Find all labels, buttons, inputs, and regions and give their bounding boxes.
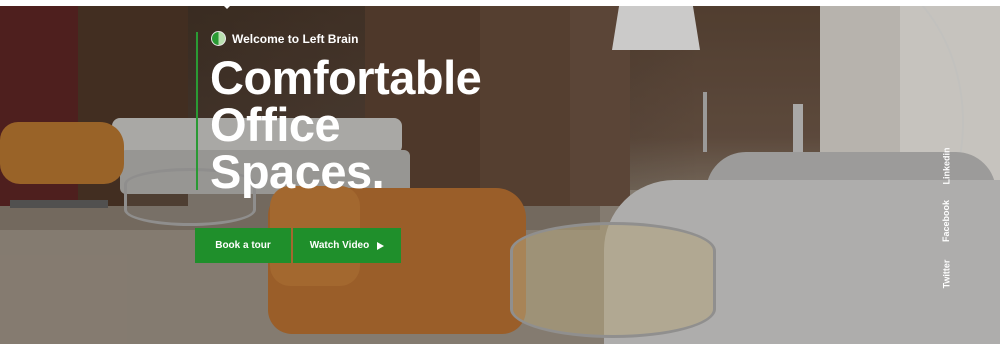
hero-title-line: Comfortable (210, 51, 482, 104)
social-twitter-label: Twitter (941, 259, 951, 289)
social-link-facebook[interactable]: Facebook (935, 198, 957, 244)
hero-section: Welcome to Left Brain Comfortable Office… (0, 0, 1000, 344)
hero-title-line: Office (210, 98, 341, 151)
social-linkedin-label: Linkedin (941, 147, 952, 185)
watch-video-label: Watch Video (309, 240, 370, 251)
welcome-text: Welcome to Left Brain (232, 31, 359, 46)
watch-video-button[interactable]: Watch Video (293, 228, 401, 263)
hero-overlay (0, 0, 1000, 344)
top-divider-notch (222, 0, 232, 9)
book-tour-label: Book a tour (215, 240, 271, 251)
hero-title: Comfortable Office Spaces. (210, 51, 482, 198)
social-link-twitter[interactable]: Twitter (935, 254, 957, 294)
leaf-circle-icon (211, 31, 226, 46)
play-icon (377, 241, 385, 250)
welcome-tagline: Welcome to Left Brain (211, 31, 358, 46)
book-tour-button[interactable]: Book a tour (195, 228, 291, 263)
social-facebook-label: Facebook (941, 199, 952, 243)
hero-title-line: Spaces. (210, 145, 385, 198)
top-divider (0, 0, 1000, 6)
social-link-linkedin[interactable]: Linkedin (935, 140, 957, 192)
hero-accent-line (196, 32, 198, 190)
